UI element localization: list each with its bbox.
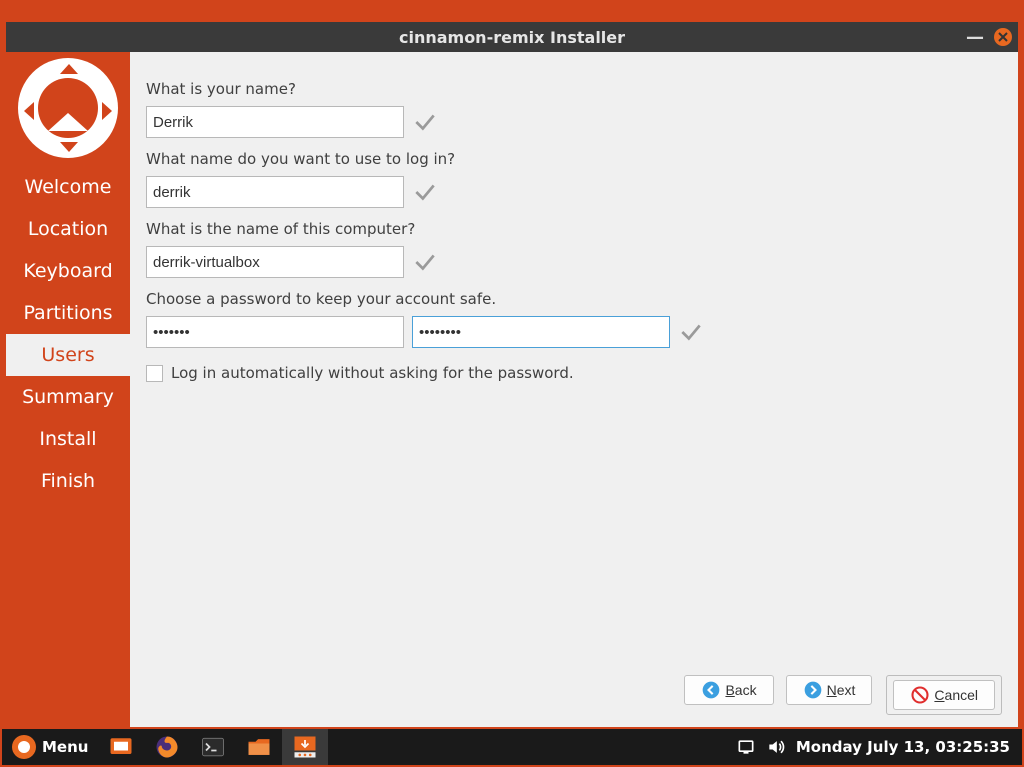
menu-button[interactable]: Menu (2, 729, 98, 765)
content-area: What is your name? What name do you want… (130, 52, 1018, 727)
taskbar-item-files[interactable] (236, 729, 282, 765)
menu-label: Menu (42, 738, 88, 756)
sidebar-item-install[interactable]: Install (6, 418, 130, 460)
sidebar-item-location[interactable]: Location (6, 208, 130, 250)
taskbar-item-installer[interactable] (282, 729, 328, 765)
sidebar-item-welcome[interactable]: Welcome (6, 166, 130, 208)
sidebar-item-label: Users (41, 344, 94, 366)
taskbar-item-terminal[interactable] (190, 729, 236, 765)
sidebar-item-finish[interactable]: Finish (6, 460, 130, 502)
sidebar-item-label: Location (28, 218, 108, 240)
sidebar-item-label: Finish (41, 470, 95, 492)
users-form: What is your name? What name do you want… (146, 68, 1002, 667)
sidebar: Welcome Location Keyboard Partitions Use… (6, 52, 130, 727)
menu-icon (12, 735, 36, 759)
arrow-left-icon (701, 680, 721, 700)
back-button[interactable]: Back (684, 675, 773, 705)
sidebar-item-users[interactable]: Users (6, 334, 130, 376)
volume-icon[interactable] (766, 737, 786, 757)
checkbox-autologin[interactable] (146, 365, 163, 382)
check-icon (412, 179, 438, 205)
sidebar-item-label: Partitions (23, 302, 112, 324)
close-button[interactable] (994, 28, 1012, 46)
input-password[interactable] (146, 316, 404, 348)
window-title: cinnamon-remix Installer (6, 22, 1018, 52)
titlebar: cinnamon-remix Installer — (6, 22, 1018, 52)
label-autologin: Log in automatically without asking for … (171, 364, 574, 382)
input-name[interactable] (146, 106, 404, 138)
minimize-button[interactable]: — (966, 27, 984, 48)
label-login: What name do you want to use to log in? (146, 150, 1002, 168)
distro-logo (18, 58, 118, 158)
sidebar-item-label: Install (39, 428, 96, 450)
sidebar-item-partitions[interactable]: Partitions (6, 292, 130, 334)
taskbar: Menu Monday July (2, 729, 1022, 765)
taskbar-item-desktop[interactable] (98, 729, 144, 765)
input-password-confirm[interactable] (412, 316, 670, 348)
label-name: What is your name? (146, 80, 1002, 98)
cancel-button-frame: Cancel (886, 675, 1002, 715)
sidebar-item-keyboard[interactable]: Keyboard (6, 250, 130, 292)
check-icon (412, 249, 438, 275)
sidebar-item-label: Summary (22, 386, 114, 408)
label-computer: What is the name of this computer? (146, 220, 1002, 238)
clock[interactable]: Monday July 13, 03:25:35 (796, 738, 1010, 756)
sidebar-item-label: Welcome (25, 176, 112, 198)
footer-buttons: Back Next Cancel (146, 667, 1002, 715)
taskbar-item-firefox[interactable] (144, 729, 190, 765)
cancel-button[interactable]: Cancel (893, 680, 995, 710)
input-login[interactable] (146, 176, 404, 208)
check-icon (412, 109, 438, 135)
installer-window: Welcome Location Keyboard Partitions Use… (6, 52, 1018, 727)
input-computer[interactable] (146, 246, 404, 278)
arrow-right-icon (803, 680, 823, 700)
cancel-icon (910, 685, 930, 705)
sidebar-item-summary[interactable]: Summary (6, 376, 130, 418)
next-button[interactable]: Next (786, 675, 873, 705)
network-icon[interactable] (736, 737, 756, 757)
check-icon (678, 319, 704, 345)
sidebar-item-label: Keyboard (23, 260, 112, 282)
label-password: Choose a password to keep your account s… (146, 290, 1002, 308)
